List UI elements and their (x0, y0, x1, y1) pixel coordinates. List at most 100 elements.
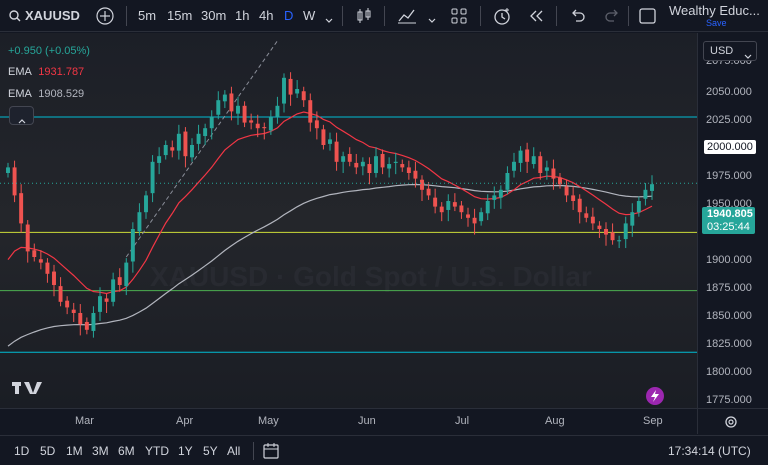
candle-body (413, 170, 418, 179)
time-axis[interactable]: Mar Apr May Jun Jul Aug Sep (0, 408, 697, 434)
replay-icon[interactable] (528, 9, 544, 23)
ema-fast-legend[interactable]: EMA 1931.787 (8, 66, 84, 78)
candle-body (229, 93, 234, 112)
lightning-button[interactable] (646, 387, 664, 405)
plus-circle-icon[interactable] (96, 7, 114, 25)
candle-body (485, 201, 490, 214)
range-1y[interactable]: 1Y (178, 436, 193, 465)
candle-body (433, 197, 438, 207)
candle-body (288, 78, 293, 95)
price-tick: 1850.000 (706, 310, 752, 322)
candle-body (282, 77, 286, 104)
candle-body (360, 161, 365, 167)
divider (480, 6, 481, 26)
utc-clock[interactable]: 17:34:14 (UTC) (668, 436, 751, 465)
range-3m[interactable]: 3M (92, 436, 109, 465)
range-5y[interactable]: 5Y (203, 436, 218, 465)
candle-body (531, 156, 536, 165)
chevron-down-icon[interactable] (428, 13, 436, 23)
account-name[interactable]: Wealthy Educ... (669, 3, 760, 18)
timeframe-w[interactable]: W (303, 0, 315, 32)
tradingview-logo (12, 379, 42, 400)
candle-body (643, 189, 648, 199)
candle-body (452, 202, 457, 207)
candle-body (6, 167, 10, 173)
symbol-label[interactable]: XAUUSD (25, 0, 80, 32)
axis-settings-button[interactable] (697, 408, 768, 434)
candle-body (183, 131, 188, 157)
range-6m[interactable]: 6M (118, 436, 135, 465)
timeframe-1h[interactable]: 1h (235, 0, 249, 32)
legend-collapse-button[interactable] (9, 106, 34, 125)
redo-icon[interactable] (604, 9, 620, 23)
currency-select[interactable]: USD (703, 41, 757, 61)
candle-body (564, 186, 569, 196)
candle-body (459, 205, 464, 213)
timeframe-d[interactable]: D (284, 0, 293, 32)
candle-body (538, 156, 543, 173)
candle-body (505, 173, 510, 190)
candle-body (12, 167, 17, 196)
candle-body (321, 129, 326, 145)
candle-body (268, 117, 273, 131)
layout-grid-icon[interactable] (451, 8, 467, 24)
time-tick: Jul (455, 415, 470, 427)
candle-body (400, 164, 405, 168)
price-tick: 1825.000 (706, 338, 752, 350)
range-1d[interactable]: 1D (14, 436, 29, 465)
chevron-up-icon (18, 113, 26, 124)
range-1m[interactable]: 1M (66, 436, 83, 465)
candle-body (98, 296, 102, 312)
candle-body (176, 133, 181, 151)
candle-body (623, 223, 628, 240)
ema-slow-line (7, 183, 653, 347)
candle-body (58, 286, 63, 302)
candle-body (617, 240, 622, 242)
timeframe-30m[interactable]: 30m (201, 0, 226, 32)
candle-body (590, 216, 595, 224)
candle-body (236, 105, 240, 114)
price-tick: 1875.000 (706, 282, 752, 294)
chevron-down-icon[interactable] (325, 13, 333, 23)
divider (126, 6, 127, 26)
timeframe-4h[interactable]: 4h (259, 0, 273, 32)
candle-body (150, 161, 155, 194)
indicators-icon[interactable] (397, 7, 417, 25)
price-axis[interactable]: USD 2075.000 2050.000 2025.000 2000.000 … (697, 33, 768, 408)
date-range-icon[interactable] (263, 443, 281, 459)
candle-body (137, 212, 142, 232)
candle-body (492, 195, 497, 200)
range-all[interactable]: All (227, 436, 240, 465)
ema-slow-legend[interactable]: EMA 1908.529 (8, 88, 84, 100)
search-icon[interactable] (9, 10, 21, 22)
candle-body (91, 313, 96, 331)
timeframe-15m[interactable]: 15m (167, 0, 192, 32)
gear-icon (724, 415, 738, 429)
save-button[interactable]: Save (706, 18, 727, 28)
candle-body (426, 188, 431, 196)
price-tick: 1975.000 (706, 170, 752, 182)
fullscreen-icon[interactable] (639, 8, 656, 24)
candle-body (604, 229, 608, 235)
candle-body (222, 94, 227, 102)
alert-clock-icon[interactable] (492, 6, 512, 26)
timeframe-5m[interactable]: 5m (138, 0, 156, 32)
chart-area[interactable]: XAUUSD · Gold Spot / U.S. Dollar +0.950 … (0, 33, 697, 408)
range-5d[interactable]: 5D (40, 436, 55, 465)
candle-body (597, 225, 602, 229)
candle-body (630, 212, 635, 226)
price-chart[interactable] (0, 33, 697, 408)
candle-body (525, 149, 530, 162)
candle-body (190, 145, 194, 158)
candle-body (308, 100, 313, 123)
top-toolbar: XAUUSD 5m 15m 30m 1h 4h D W Wealthy Educ… (0, 0, 768, 32)
candle-body (203, 128, 208, 137)
divider (342, 6, 343, 26)
candle-body (196, 133, 201, 144)
undo-icon[interactable] (570, 9, 586, 23)
price-change: +0.950 (+0.05%) (8, 45, 90, 57)
candle-body (498, 189, 503, 198)
range-ytd[interactable]: YTD (145, 436, 169, 465)
candle-body (367, 164, 372, 173)
candles-icon[interactable] (355, 7, 373, 25)
